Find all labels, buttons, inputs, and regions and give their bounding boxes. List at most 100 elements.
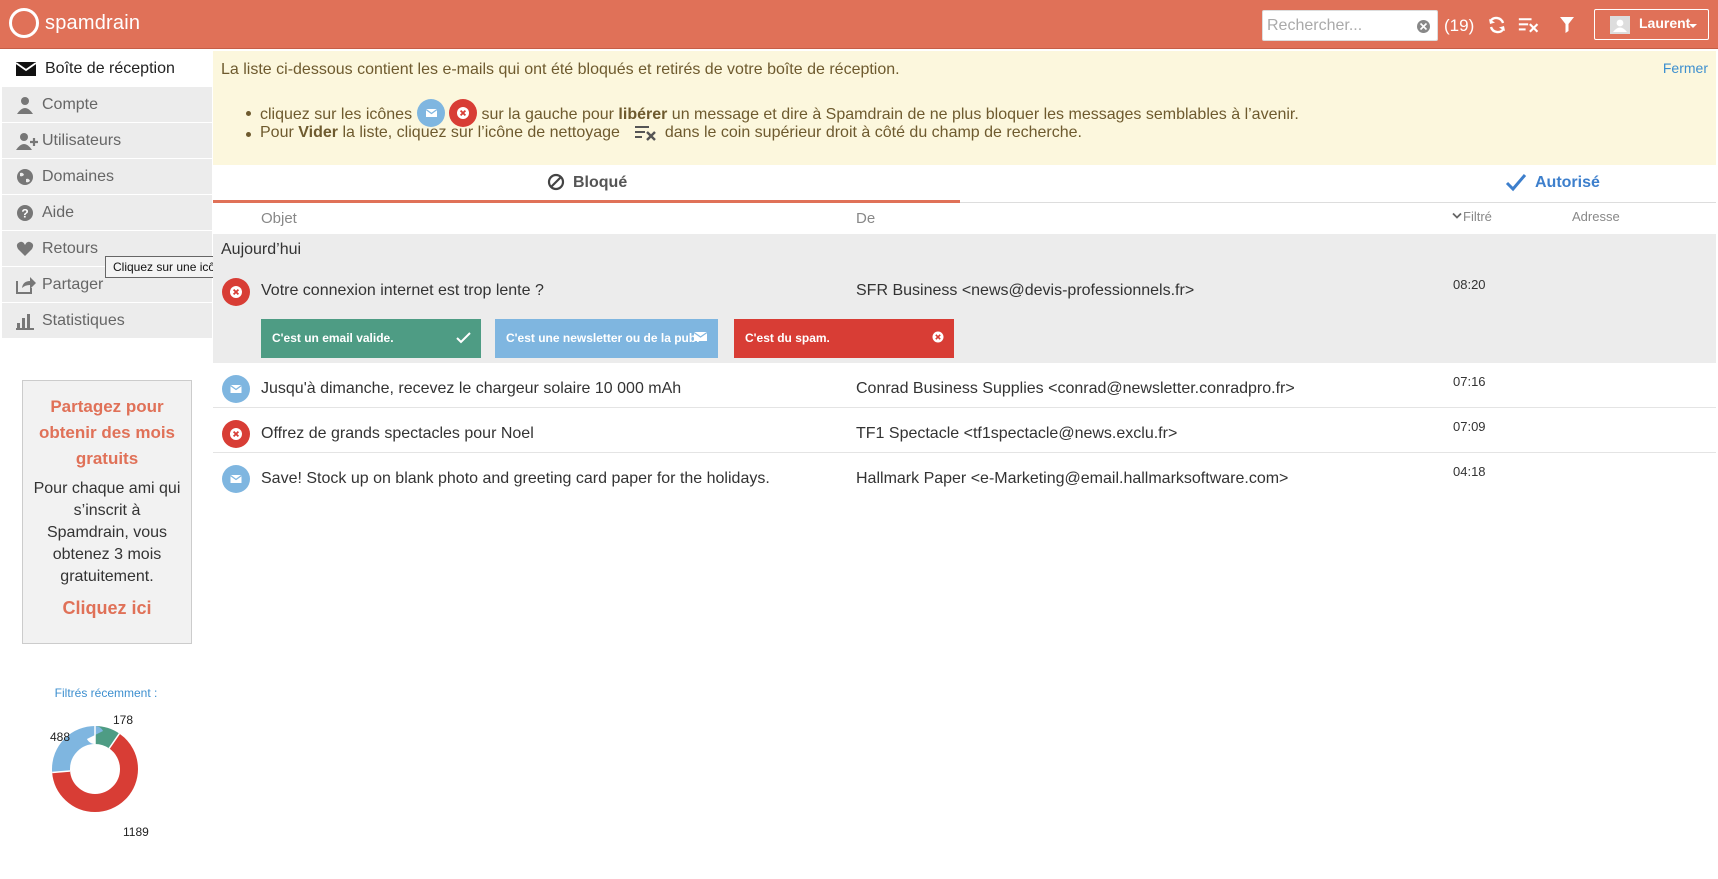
message-count: (19): [1444, 16, 1475, 35]
share-icon: [16, 277, 36, 294]
sidebar-item-label: Aide: [42, 204, 75, 221]
message-from: Hallmark Paper <e-Marketing@email.hallma…: [856, 470, 1289, 487]
check-icon: [456, 332, 471, 344]
clear-list-icon: [635, 126, 657, 141]
sidebar-item-account[interactable]: Compte: [2, 87, 212, 123]
refresh-icon[interactable]: [1486, 15, 1508, 35]
search-box: [1262, 10, 1438, 41]
question-icon: ?: [17, 205, 33, 221]
sort-chevron-down-icon[interactable]: [1452, 212, 1462, 220]
info-banner: La liste ci-dessous contient les e-mails…: [213, 51, 1716, 165]
bullet: [246, 111, 251, 116]
info-text: sur la gauche pour: [481, 106, 614, 123]
info-bold-empty: Vider: [298, 124, 338, 142]
column-from[interactable]: De: [856, 210, 875, 227]
info-line-empty: Pour Vider la liste, cliquez sur l’icône…: [260, 124, 1082, 142]
column-filtered[interactable]: Filtré: [1463, 209, 1492, 224]
message-from: SFR Business <news@devis-professionnels.…: [856, 282, 1195, 299]
table-row[interactable]: Offrez de grands spectacles pour Noel TF…: [213, 408, 1716, 453]
tab-blocked[interactable]: Bloqué: [213, 165, 960, 203]
sidebar-item-domains[interactable]: Domaines: [2, 159, 212, 195]
mark-valid-button[interactable]: C'est un email valide.: [261, 319, 481, 358]
column-subject[interactable]: Objet: [261, 210, 297, 227]
recently-filtered-label: Filtrés récemment :: [54, 686, 158, 700]
message-time: 08:20: [1453, 277, 1486, 292]
user-menu-button[interactable]: Laurent: [1594, 9, 1709, 40]
info-text: dans le coin supérieur droit à côté du c…: [664, 124, 1082, 142]
spam-status-icon[interactable]: [222, 420, 250, 448]
chart-label-newsletter: 488: [50, 730, 71, 744]
sidebar-item-label: Statistiques: [42, 312, 125, 329]
column-address[interactable]: Adresse: [1572, 209, 1620, 224]
filter-icon[interactable]: [1556, 15, 1578, 35]
clear-search-icon[interactable]: [1417, 20, 1430, 33]
table-row[interactable]: Votre connexion internet est trop lente …: [213, 266, 1716, 311]
search-input[interactable]: [1267, 15, 1415, 37]
top-bar: spamdrain (19) Laurent: [0, 0, 1718, 49]
sidebar-item-label: Boîte de réception: [45, 60, 175, 77]
sidebar-item-label: Retours: [42, 240, 99, 257]
clear-list-icon[interactable]: [1518, 15, 1540, 35]
info-text: un message et dire à Spamdrain de ne plu…: [671, 106, 1299, 123]
chart-label-spam: 1189: [123, 825, 149, 839]
user-icon: [17, 97, 33, 114]
globe-icon: [17, 169, 33, 185]
mark-newsletter-button[interactable]: C'est une newsletter ou de la pub.: [495, 319, 718, 358]
check-icon: [1505, 174, 1527, 192]
sidebar-item-label: Partager: [42, 276, 104, 293]
message-subject: Offrez de grands spectacles pour Noel: [261, 425, 534, 442]
info-lead-text: La liste ci-dessous contient les e-mails…: [221, 61, 900, 78]
day-group-label: Aujourd’hui: [221, 241, 302, 258]
blocked-icon: [547, 173, 565, 191]
referral-promo: Partagez pour obtenir des mois gratuits …: [22, 380, 192, 644]
svg-text:?: ?: [21, 207, 28, 221]
status-tabs: Bloqué Autorisé: [213, 165, 1716, 203]
info-bold-release: libérer: [618, 106, 668, 123]
user-avatar-icon: [1610, 16, 1630, 34]
table-row[interactable]: Jusqu'à dimanche, recevez le chargeur so…: [213, 363, 1716, 408]
caret-down-icon: [1689, 24, 1697, 28]
bullet: [246, 132, 251, 137]
envelope-icon: [694, 332, 708, 341]
info-text: la liste, cliquez sur l’icône de nettoya…: [342, 124, 620, 142]
sidebar-item-help[interactable]: ? Aide: [2, 195, 212, 231]
promo-text: Pour chaque ami qui s’inscrit à Spamdrai…: [33, 480, 181, 585]
mark-newsletter-label: C'est une newsletter ou de la pub.: [506, 331, 700, 345]
table-row[interactable]: Save! Stock up on blank photo and greeti…: [213, 453, 1716, 498]
info-text: cliquez sur les icônes: [260, 106, 413, 123]
mark-valid-label: C'est un email valide.: [272, 331, 394, 345]
newsletter-status-icon[interactable]: [222, 465, 250, 493]
tab-allowed[interactable]: Autorisé: [960, 165, 1716, 203]
newsletter-status-icon: [416, 99, 445, 127]
mark-spam-button[interactable]: C'est du spam.: [734, 319, 954, 358]
sidebar-item-label: Compte: [42, 96, 99, 113]
close-circle-icon: [932, 331, 944, 343]
message-subject: Jusqu'à dimanche, recevez le chargeur so…: [261, 380, 682, 397]
sidebar-item-statistics[interactable]: Statistiques: [2, 303, 212, 339]
user-plus-icon: [16, 133, 38, 150]
tab-allowed-label: Autorisé: [1535, 174, 1600, 191]
brand-name[interactable]: spamdrain: [45, 12, 140, 35]
spam-status-icon[interactable]: [222, 278, 250, 306]
chart-label-valid: 178: [113, 713, 134, 727]
tab-blocked-label: Bloqué: [573, 174, 628, 191]
sidebar-item-users[interactable]: Utilisateurs: [2, 123, 212, 159]
message-time: 07:16: [1453, 374, 1486, 389]
message-subject: Votre connexion internet est trop lente …: [261, 282, 544, 299]
spam-status-icon: [448, 99, 477, 127]
info-text: Pour: [260, 124, 294, 142]
user-name: Laurent: [1639, 15, 1691, 31]
message-from: Conrad Business Supplies <conrad@newslet…: [856, 380, 1295, 397]
message-from: TF1 Spectacle <tf1spectacle@news.exclu.f…: [856, 425, 1178, 442]
spamdrain-logo-icon[interactable]: [9, 8, 39, 38]
bar-chart-icon: [16, 314, 34, 330]
sidebar-item-inbox[interactable]: Boîte de réception: [2, 51, 212, 87]
newsletter-status-icon[interactable]: [222, 375, 250, 403]
promo-title: Partagez pour obtenir des mois gratuits: [38, 397, 176, 468]
message-time: 07:09: [1453, 419, 1486, 434]
sidebar-item-label: Utilisateurs: [42, 132, 122, 149]
close-info-link[interactable]: Fermer: [1663, 60, 1708, 76]
promo-link[interactable]: Cliquez ici: [23, 598, 191, 619]
message-subject: Save! Stock up on blank photo and greeti…: [261, 470, 770, 487]
envelope-icon: [16, 62, 36, 76]
